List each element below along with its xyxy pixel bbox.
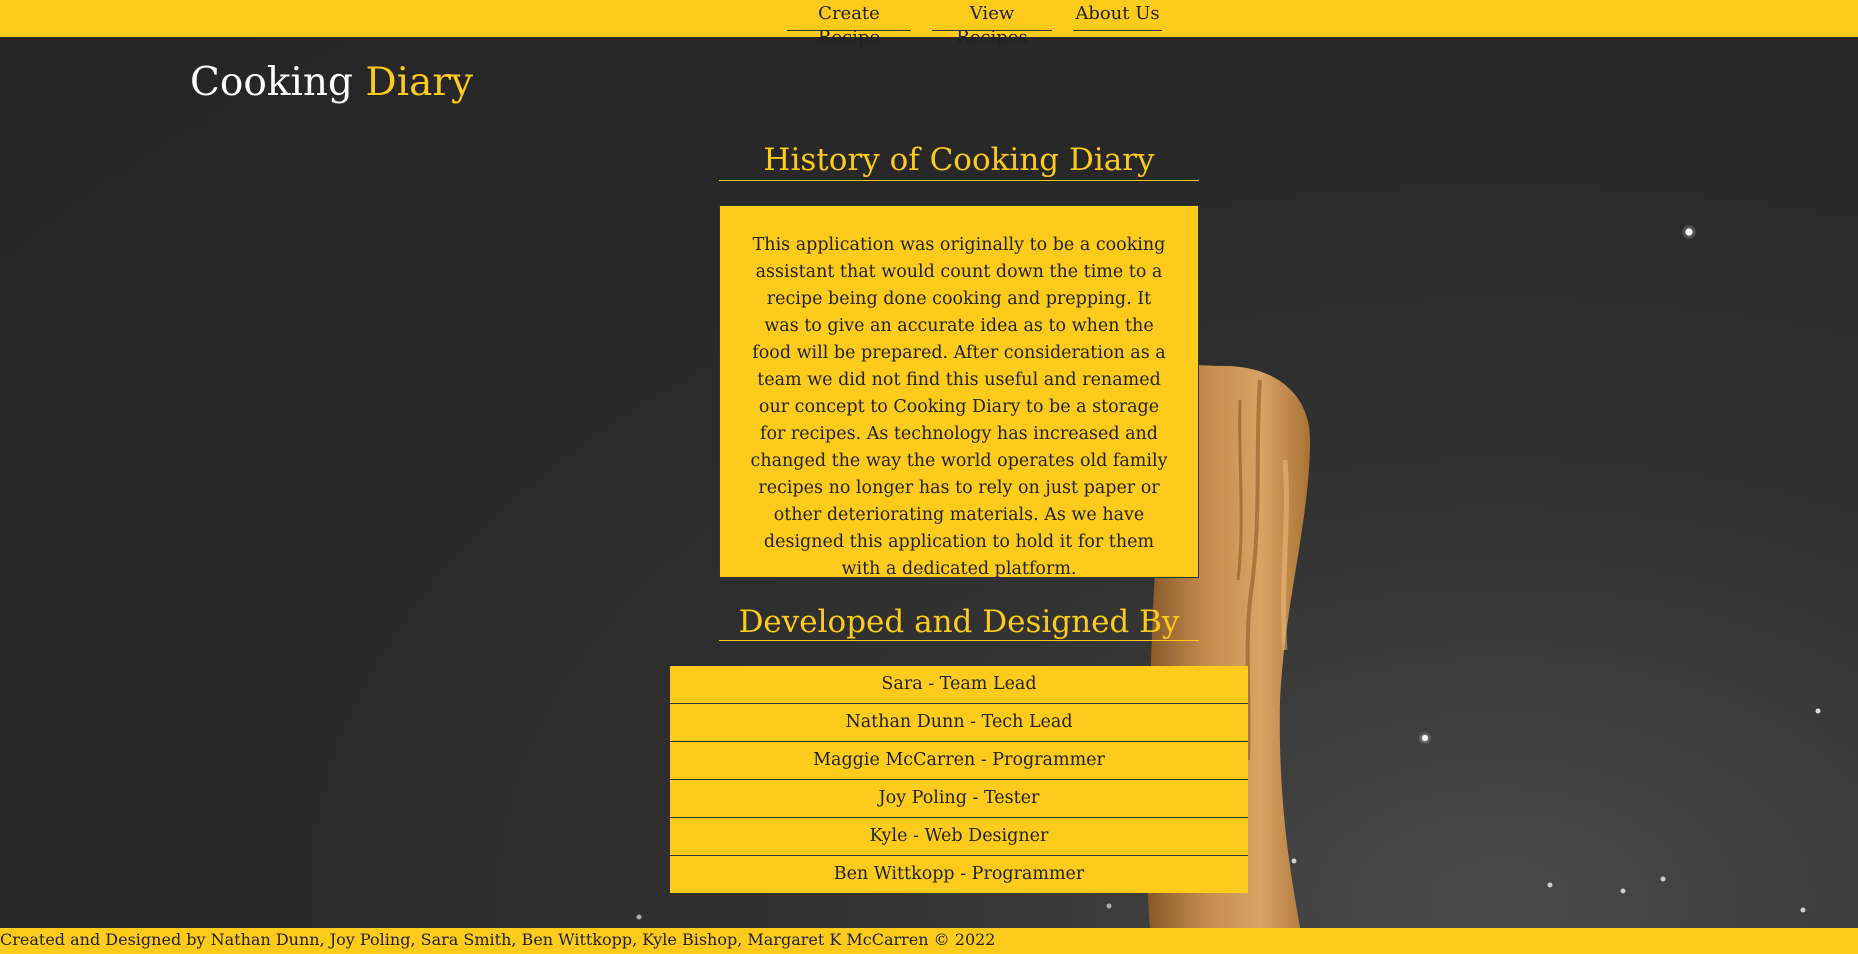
- team-member-item: Maggie McCarren - Programmer: [670, 742, 1248, 780]
- history-body-text: This application was originally to be a …: [750, 235, 1168, 579]
- team-heading: Developed and Designed By: [719, 600, 1199, 641]
- team-member-item: Joy Poling - Tester: [670, 780, 1248, 818]
- team-member-item: Nathan Dunn - Tech Lead: [670, 704, 1248, 742]
- nav-create-recipe-link[interactable]: Create Recipe: [787, 2, 911, 48]
- team-member-item: Ben Wittkopp - Programmer: [670, 856, 1248, 893]
- site-title-part2: Diary: [365, 60, 474, 105]
- team-member-item: Kyle - Web Designer: [670, 818, 1248, 856]
- history-text-box: This application was originally to be a …: [719, 205, 1199, 579]
- team-list: Sara - Team Lead Nathan Dunn - Tech Lead…: [670, 666, 1248, 893]
- nav-about-us-link[interactable]: About Us: [1073, 2, 1162, 31]
- team-member-item: Sara - Team Lead: [670, 666, 1248, 704]
- top-navigation-bar: Create Recipe View Recipes About Us: [0, 0, 1858, 48]
- nav-view-recipes-link[interactable]: View Recipes: [932, 2, 1052, 48]
- site-title: Cooking Diary: [190, 60, 473, 105]
- site-title-part1: Cooking: [190, 60, 353, 105]
- history-heading: History of Cooking Diary: [719, 138, 1199, 181]
- footer: Created and Designed by Nathan Dunn, Joy…: [0, 928, 1858, 954]
- footer-text: Created and Designed by Nathan Dunn, Joy…: [0, 930, 996, 949]
